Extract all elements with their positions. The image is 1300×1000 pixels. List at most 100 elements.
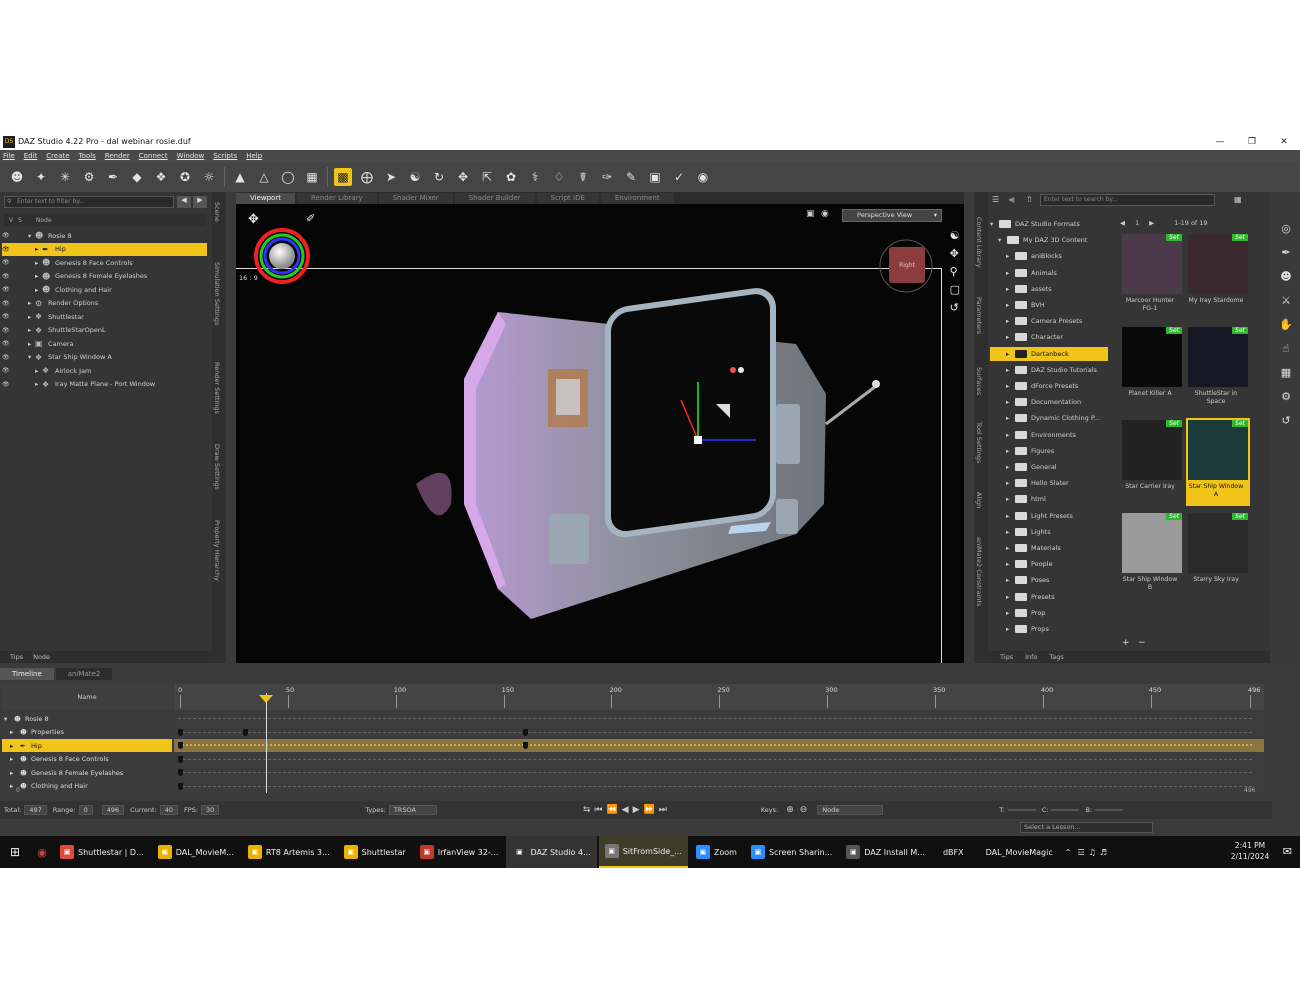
content-folder[interactable]: ▸ Animals bbox=[990, 266, 1108, 280]
content-folder[interactable]: ▸ Dynamic Clothing P... bbox=[990, 411, 1108, 425]
scene-row[interactable]: 👁 ▸ ☻ Clothing and Hair bbox=[2, 283, 207, 296]
expand-arrow-icon[interactable]: ▾ bbox=[998, 236, 1005, 244]
fps-field[interactable]: 30 bbox=[201, 805, 220, 815]
geometry-tool-icon[interactable]: △ bbox=[255, 168, 273, 186]
scene-row[interactable]: 👁 ▸ ❖ ShuttleStarOpenL bbox=[2, 324, 207, 337]
content-folder[interactable]: ▾ My DAZ 3D Content bbox=[990, 233, 1108, 247]
draw-style-icon[interactable]: ◉ bbox=[821, 209, 829, 219]
expand-arrow-icon[interactable]: ▸ bbox=[1006, 544, 1013, 552]
windows-start-icon[interactable]: ⊞ bbox=[0, 845, 30, 859]
cube-tool-icon[interactable]: ❖ bbox=[152, 168, 170, 186]
menu-help[interactable]: Help bbox=[246, 152, 262, 160]
expand-arrow-icon[interactable]: ▸ bbox=[1006, 512, 1013, 520]
content-folder[interactable]: ▸ DAZ Studio Tutorials bbox=[990, 363, 1108, 377]
keyframe[interactable] bbox=[178, 769, 183, 776]
content-folder[interactable]: ▸ Presets bbox=[990, 590, 1108, 604]
figure-tool-icon[interactable]: ☻ bbox=[8, 168, 26, 186]
expand-arrow-icon[interactable]: ▸ bbox=[1006, 414, 1013, 422]
expand-arrow-icon[interactable]: ▸ bbox=[1006, 317, 1013, 325]
tab-parameters[interactable]: Parameters bbox=[975, 297, 983, 334]
target-icon[interactable]: ◎ bbox=[1281, 222, 1291, 246]
expand-arrow-icon[interactable]: ▸ bbox=[10, 769, 20, 777]
collapsed-arrow-icon[interactable]: ▸ bbox=[35, 380, 42, 388]
content-folder[interactable]: ▸ Documentation bbox=[990, 395, 1108, 409]
expand-arrow-icon[interactable]: ▸ bbox=[1006, 252, 1013, 260]
content-thumbnail[interactable]: Set Planet Killer A bbox=[1120, 325, 1184, 413]
menu-connect[interactable]: Connect bbox=[139, 152, 168, 160]
expand-arrow-icon[interactable]: ▾ bbox=[4, 715, 14, 723]
expand-arrow-icon[interactable]: ▸ bbox=[1006, 382, 1013, 390]
content-folder[interactable]: ▸ assets bbox=[990, 282, 1108, 296]
content-folder[interactable]: ▸ Poses bbox=[990, 573, 1108, 587]
weight-map-icon[interactable]: ✑ bbox=[598, 168, 616, 186]
bone-icon[interactable]: ⚔ bbox=[1281, 294, 1291, 318]
content-search-input[interactable]: Enter text to search by... bbox=[1040, 194, 1215, 206]
tab-script-ide[interactable]: Script IDE bbox=[536, 193, 599, 204]
pointer-tool-icon[interactable]: ➤ bbox=[382, 168, 400, 186]
expand-arrow-icon[interactable]: ▸ bbox=[10, 728, 20, 736]
expand-arrow-icon[interactable]: ▸ bbox=[1006, 285, 1013, 293]
restore-icon[interactable]: ❐ bbox=[1236, 133, 1268, 150]
content-folder[interactable]: ▸ People bbox=[990, 557, 1108, 571]
content-folder[interactable]: ▸ Props bbox=[990, 622, 1108, 636]
collapsed-arrow-icon[interactable]: ▸ bbox=[28, 313, 35, 321]
lesson-select[interactable]: Select a Lesson... bbox=[1020, 822, 1153, 833]
timeline-row[interactable]: ▸ ☻ Genesis 8 Female Eyelashes bbox=[2, 766, 172, 779]
taskbar-item[interactable]: ▣ Zoom bbox=[690, 836, 743, 868]
timeline-track[interactable] bbox=[174, 739, 1264, 752]
tab-simulation-settings[interactable]: Simulation Settings bbox=[213, 262, 221, 325]
tab-shader-builder[interactable]: Shader Builder bbox=[454, 193, 535, 204]
timeline-track[interactable] bbox=[174, 725, 1264, 739]
expand-arrow-icon[interactable]: ▸ bbox=[1006, 431, 1013, 439]
collapsed-arrow-icon[interactable]: ▸ bbox=[28, 340, 35, 348]
content-folder[interactable]: ▸ Prop bbox=[990, 606, 1108, 620]
playback-controls-icon[interactable]: ⇆⏮⏪◀▶⏩⏭ bbox=[583, 805, 671, 815]
t-field[interactable] bbox=[1007, 809, 1036, 811]
menu-render[interactable]: Render bbox=[105, 152, 130, 160]
globe-icon[interactable]: ⚙ bbox=[1281, 390, 1291, 414]
tab-align[interactable]: Align bbox=[975, 492, 983, 508]
add-icon[interactable]: + bbox=[1122, 638, 1130, 648]
taskbar-item[interactable]: ▣ DAZ Install M... bbox=[840, 836, 931, 868]
close-icon[interactable]: ✕ bbox=[1268, 133, 1300, 150]
tab-node[interactable]: Node bbox=[33, 653, 50, 661]
tab-tool-settings[interactable]: Tool Settings bbox=[975, 422, 983, 463]
pose-brush-icon[interactable]: ✒ bbox=[1281, 246, 1290, 270]
home-icon[interactable]: ⇧ bbox=[1026, 195, 1033, 204]
keyframe[interactable] bbox=[178, 755, 183, 763]
render-camera-icon[interactable]: ◉ bbox=[694, 168, 712, 186]
content-folder[interactable]: ▸ Lights bbox=[990, 525, 1108, 539]
taskbar-item[interactable]: ▣ DAZ Studio 4... bbox=[506, 836, 597, 868]
app-pinned-icon[interactable]: ◉ bbox=[30, 846, 54, 859]
scene-row[interactable]: 👁 ▸ ❖ Shuttlestar bbox=[2, 310, 207, 323]
joint-tool-icon[interactable]: ✿ bbox=[502, 168, 520, 186]
expand-arrow-icon[interactable]: ▸ bbox=[1006, 463, 1013, 471]
collapsed-arrow-icon[interactable]: ▸ bbox=[35, 259, 42, 267]
next-page-icon[interactable]: ▶ bbox=[1149, 219, 1154, 227]
network-icon[interactable]: ☲ bbox=[1077, 848, 1084, 857]
taskbar-item[interactable]: ▣ Shuttlestar bbox=[338, 836, 412, 868]
tab-property-hierarchy[interactable]: Property Hierarchy bbox=[213, 520, 221, 581]
expand-arrow-icon[interactable]: ▸ bbox=[1006, 366, 1013, 374]
brush-tool-icon[interactable]: ✒ bbox=[104, 168, 122, 186]
clock[interactable]: 2:41 PM 2/11/2024 bbox=[1230, 840, 1270, 862]
expand-arrow-icon[interactable]: ▸ bbox=[1006, 333, 1013, 341]
collapsed-arrow-icon[interactable]: ▸ bbox=[35, 286, 42, 294]
volume-icon[interactable]: ♬ bbox=[1100, 848, 1107, 857]
notifications-icon[interactable]: ✉ bbox=[1283, 845, 1292, 858]
tray-label-dbfx[interactable]: dBFX bbox=[943, 848, 964, 857]
c-field[interactable] bbox=[1051, 809, 1080, 811]
visibility-icon[interactable]: 👁 bbox=[2, 367, 24, 374]
shape-tool-icon[interactable]: ◯ bbox=[279, 168, 297, 186]
expand-arrow-icon[interactable]: ▸ bbox=[1006, 479, 1013, 487]
scene-filter-input[interactable]: ⚲ Enter text to filter by... bbox=[4, 196, 174, 208]
wand-tool-icon[interactable]: ✦ bbox=[32, 168, 50, 186]
timeline-ruler[interactable]: 0 50 100 150 200 250 300 350 400 450 496 bbox=[174, 684, 1264, 710]
menu-window[interactable]: Window bbox=[177, 152, 205, 160]
page-number[interactable]: 1 bbox=[1135, 219, 1139, 227]
pan-icon[interactable]: ✥ bbox=[248, 212, 259, 227]
timeline-track[interactable] bbox=[174, 766, 1264, 779]
expand-arrow-icon[interactable]: ▸ bbox=[1006, 593, 1013, 601]
content-thumbnail[interactable]: Set My Iray Stardome bbox=[1186, 232, 1250, 320]
tab-timeline[interactable]: Timeline bbox=[0, 668, 54, 680]
